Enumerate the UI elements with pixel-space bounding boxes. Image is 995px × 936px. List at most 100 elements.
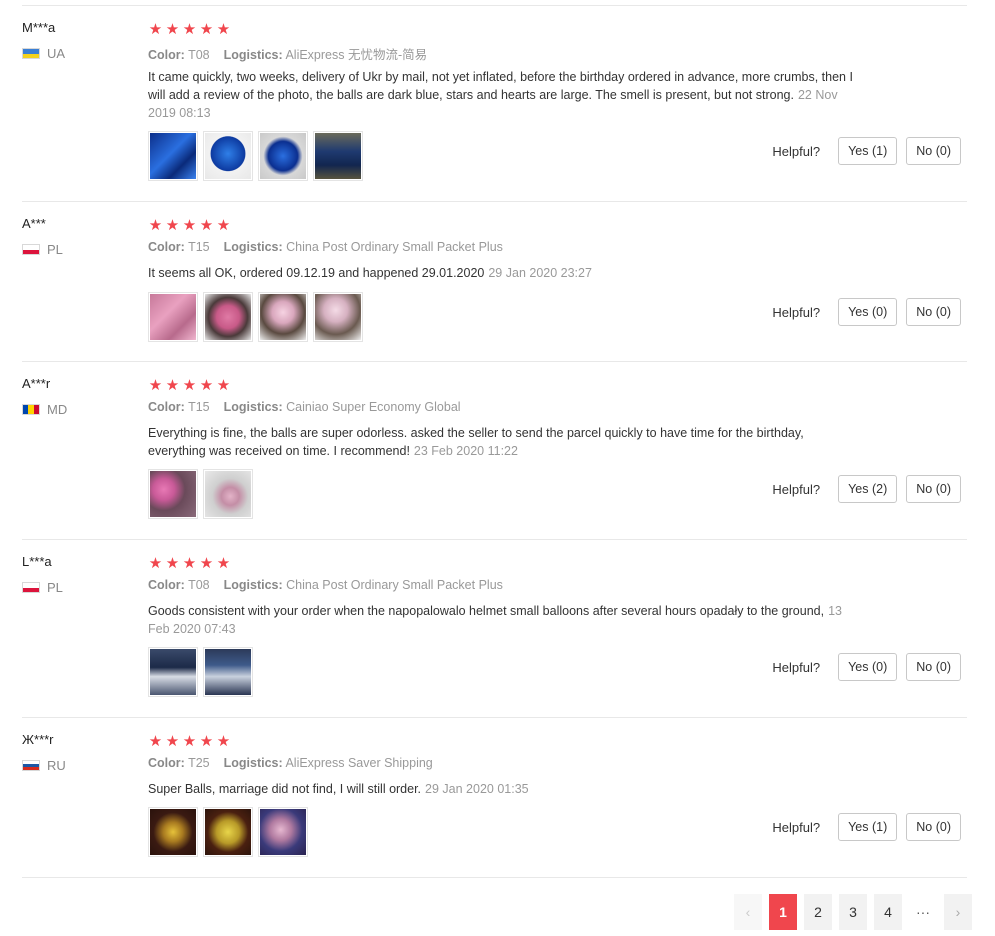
helpful-vote: Helpful? Yes (0) No (0) xyxy=(772,298,961,326)
reviewer-name: A***r xyxy=(22,376,51,391)
country-code: PL xyxy=(47,242,63,257)
star-icon: ★ xyxy=(199,217,214,234)
star-icon: ★ xyxy=(216,377,231,394)
review-photo[interactable] xyxy=(203,292,253,342)
review-photo[interactable] xyxy=(203,131,253,181)
color-label: Color: xyxy=(148,400,185,414)
page-ellipsis: ··· xyxy=(916,904,930,920)
color-label: Color: xyxy=(148,756,185,770)
review-item: A***r MD ★ ★ ★ ★ ★ Color: T15 Logistics: Cain… xyxy=(22,362,967,540)
review-text: Super Balls, marriage did not find, I wi… xyxy=(148,782,422,796)
helpful-vote: Helpful? Yes (1) No (0) xyxy=(772,137,961,165)
review-meta: Color: T15 Logistics: Cainiao Super Econo… xyxy=(148,400,461,414)
star-icon: ★ xyxy=(182,733,197,750)
vote-no-button[interactable]: No (0) xyxy=(906,137,961,165)
poland-flag-icon xyxy=(22,244,40,255)
star-icon: ★ xyxy=(199,21,214,38)
review-photo[interactable] xyxy=(258,131,308,181)
review-photo[interactable] xyxy=(258,292,308,342)
review-text-block: It seems all OK, ordered 09.12.19 and ha… xyxy=(148,264,863,282)
page-button-1[interactable]: 1 xyxy=(769,894,797,930)
review-text-block: It came quickly, two weeks, delivery of … xyxy=(148,68,863,122)
review-text: It came quickly, two weeks, delivery of … xyxy=(148,70,853,102)
vote-no-button[interactable]: No (0) xyxy=(906,653,961,681)
reviewer-country: UA xyxy=(22,46,65,61)
review-text-block: Everything is fine, the balls are super … xyxy=(148,424,863,460)
helpful-vote: Helpful? Yes (0) No (0) xyxy=(772,653,961,681)
star-icon: ★ xyxy=(216,217,231,234)
star-rating: ★ ★ ★ ★ ★ xyxy=(148,734,231,749)
vote-yes-button[interactable]: Yes (1) xyxy=(838,137,898,165)
color-label: Color: xyxy=(148,48,185,62)
vote-yes-button[interactable]: Yes (0) xyxy=(838,298,898,326)
review-photos xyxy=(148,807,308,857)
color-label: Color: xyxy=(148,578,185,592)
star-rating: ★ ★ ★ ★ ★ xyxy=(148,22,231,37)
page-button-3[interactable]: 3 xyxy=(839,894,867,930)
color-value: T08 xyxy=(188,48,210,62)
star-icon: ★ xyxy=(165,555,180,572)
country-code: UA xyxy=(47,46,66,61)
logistics-label: Logistics: xyxy=(223,400,283,414)
reviewer-country: PL xyxy=(22,242,63,257)
vote-yes-button[interactable]: Yes (1) xyxy=(838,813,898,841)
review-photo[interactable] xyxy=(203,807,253,857)
country-code: MD xyxy=(47,402,68,417)
review-photo[interactable] xyxy=(148,807,198,857)
review-item: A*** PL ★ ★ ★ ★ ★ Color: T15 Logistics: China… xyxy=(22,202,967,362)
vote-no-button[interactable]: No (0) xyxy=(906,298,961,326)
logistics-value: Cainiao Super Economy Global xyxy=(286,400,461,414)
reviewer-name: M***a xyxy=(22,20,56,35)
review-photo[interactable] xyxy=(148,292,198,342)
star-icon: ★ xyxy=(216,733,231,750)
helpful-label: Helpful? xyxy=(772,819,821,835)
review-item: M***a UA ★ ★ ★ ★ ★ Color: T08 Logistics: AliE… xyxy=(22,6,967,202)
review-item: Ж***r RU ★ ★ ★ ★ ★ Color: T25 Logistics: AliE… xyxy=(22,718,967,878)
review-photo[interactable] xyxy=(313,131,363,181)
star-icon: ★ xyxy=(182,21,197,38)
star-icon: ★ xyxy=(148,21,163,38)
review-meta: Color: T25 Logistics: AliExpress Saver Sh… xyxy=(148,756,433,770)
helpful-label: Helpful? xyxy=(772,481,821,497)
review-photo[interactable] xyxy=(148,469,198,519)
vote-no-button[interactable]: No (0) xyxy=(906,813,961,841)
review-photo[interactable] xyxy=(313,292,363,342)
reviewer-country: RU xyxy=(22,758,66,773)
poland-flag-icon xyxy=(22,582,40,593)
color-value: T15 xyxy=(188,400,210,414)
review-photo[interactable] xyxy=(203,469,253,519)
star-icon: ★ xyxy=(216,21,231,38)
star-icon: ★ xyxy=(148,377,163,394)
review-photos xyxy=(148,292,363,342)
logistics-label: Logistics: xyxy=(223,240,283,254)
reviewer-country: MD xyxy=(22,402,67,417)
page-button-4[interactable]: 4 xyxy=(874,894,902,930)
review-date: 23 Feb 2020 11:22 xyxy=(413,444,518,458)
ukraine-flag-icon xyxy=(22,48,40,59)
vote-yes-button[interactable]: Yes (0) xyxy=(838,653,898,681)
review-item: L***a PL ★ ★ ★ ★ ★ Color: T08 Logistics: Chin… xyxy=(22,540,967,718)
star-icon: ★ xyxy=(165,217,180,234)
vote-yes-button[interactable]: Yes (2) xyxy=(838,475,898,503)
color-label: Color: xyxy=(148,240,185,254)
logistics-value: AliExpress 无忧物流-简易 xyxy=(285,48,428,62)
review-photo[interactable] xyxy=(148,131,198,181)
prev-page-button[interactable]: ‹ xyxy=(734,894,762,930)
review-photo[interactable] xyxy=(203,647,253,697)
page-button-2[interactable]: 2 xyxy=(804,894,832,930)
logistics-value: China Post Ordinary Small Packet Plus xyxy=(286,240,503,254)
logistics-value: AliExpress Saver Shipping xyxy=(285,756,433,770)
star-icon: ★ xyxy=(165,733,180,750)
star-icon: ★ xyxy=(199,733,214,750)
review-text: It seems all OK, ordered 09.12.19 and ha… xyxy=(148,266,485,280)
review-photo[interactable] xyxy=(258,807,308,857)
vote-no-button[interactable]: No (0) xyxy=(906,475,961,503)
star-icon: ★ xyxy=(216,555,231,572)
star-rating: ★ ★ ★ ★ ★ xyxy=(148,218,231,233)
review-photo[interactable] xyxy=(148,647,198,697)
moldova-flag-icon xyxy=(22,404,40,415)
review-date: 29 Jan 2020 23:27 xyxy=(488,266,592,280)
next-page-button[interactable]: › xyxy=(944,894,972,930)
review-meta: Color: T08 Logistics: China Post Ordinary… xyxy=(148,578,503,592)
color-value: T15 xyxy=(188,240,210,254)
